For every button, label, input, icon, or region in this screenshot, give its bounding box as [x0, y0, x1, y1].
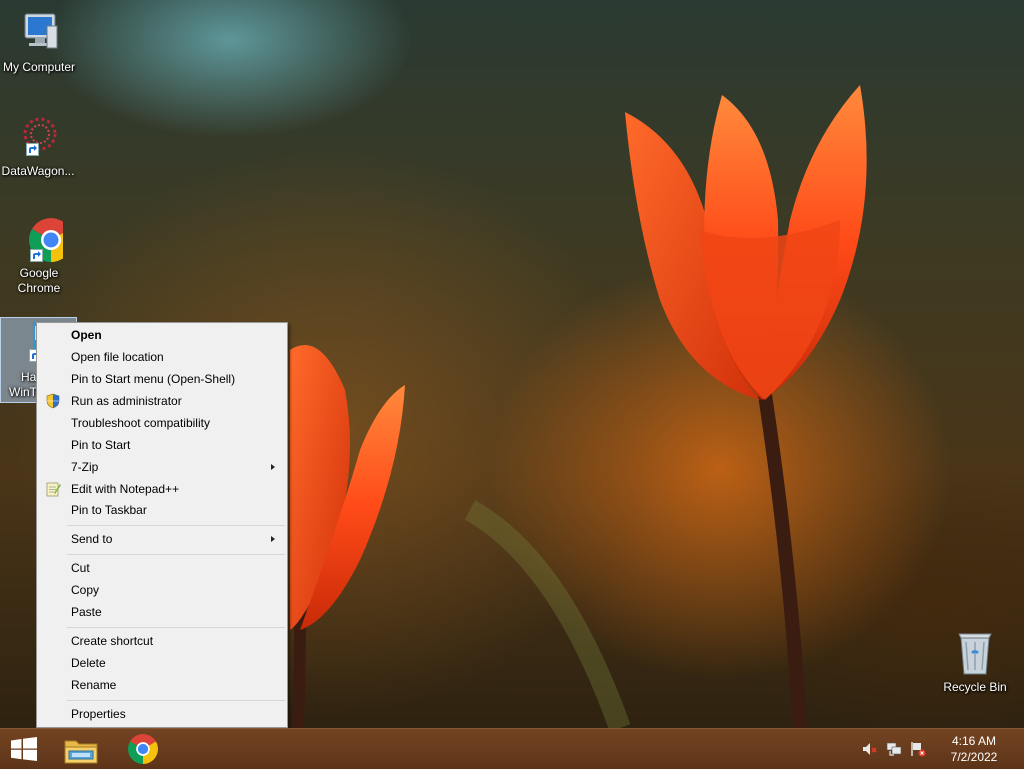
network-disconnected-icon[interactable] — [886, 741, 902, 757]
menu-item-delete[interactable]: Delete — [39, 652, 285, 674]
computer-icon — [15, 10, 63, 58]
menu-separator — [67, 627, 285, 628]
menu-separator — [67, 700, 285, 701]
submenu-arrow-icon — [271, 536, 275, 542]
menu-item-paste[interactable]: Paste — [39, 601, 285, 623]
menu-item-pin-to-start[interactable]: Pin to Start — [39, 434, 285, 456]
menu-item-label: 7-Zip — [71, 460, 99, 474]
start-button[interactable] — [0, 729, 48, 769]
chrome-icon — [128, 734, 158, 769]
menu-separator — [67, 525, 285, 526]
submenu-arrow-icon — [271, 464, 275, 470]
menu-item-troubleshoot-compatibility[interactable]: Troubleshoot compatibility — [39, 412, 285, 434]
desktop[interactable]: My Computer DataWagon... Google Chrome H… — [0, 0, 1024, 728]
taskbar: 4:16 AM 7/2/2022 — [0, 728, 1024, 769]
clock-date: 7/2/2022 — [950, 750, 998, 764]
datawagon-label: DataWagon... — [1, 164, 75, 178]
action-center-flag-icon[interactable] — [910, 741, 926, 757]
menu-item-7-zip[interactable]: 7-Zip — [39, 456, 285, 478]
menu-item-create-shortcut[interactable]: Create shortcut — [39, 630, 285, 652]
volume-muted-icon[interactable] — [862, 741, 878, 757]
menu-item-open-file-location[interactable]: Open file location — [39, 346, 285, 368]
recycle-bin-icon[interactable]: Recycle Bin — [937, 630, 1013, 695]
file-explorer-icon — [64, 735, 98, 770]
menu-item-cut[interactable]: Cut — [39, 557, 285, 579]
shortcut-arrow-icon — [30, 249, 43, 262]
menu-separator — [67, 554, 285, 555]
menu-item-copy[interactable]: Copy — [39, 579, 285, 601]
windows-start-icon — [11, 737, 37, 766]
google-chrome-shortcut[interactable]: Google Chrome — [1, 216, 77, 296]
clock[interactable]: 4:16 AM 7/2/2022 — [944, 733, 1004, 765]
file-explorer-taskbar-button[interactable] — [58, 729, 104, 769]
my-computer-label: My Computer — [2, 60, 76, 74]
menu-item-rename[interactable]: Rename — [39, 674, 285, 696]
notepadpp-icon — [45, 481, 61, 497]
menu-item-label: Edit with Notepad++ — [71, 482, 180, 496]
menu-item-run-as-administrator[interactable]: Run as administrator — [39, 390, 285, 412]
chrome-icon — [15, 216, 73, 264]
datawagon-icon — [14, 114, 62, 162]
menu-item-pin-to-taskbar[interactable]: Pin to Taskbar — [39, 499, 285, 521]
chrome-taskbar-button[interactable] — [120, 729, 166, 769]
shortcut-arrow-icon — [26, 143, 39, 156]
recycle-bin-label: Recycle Bin — [943, 680, 1007, 694]
menu-item-send-to[interactable]: Send to — [39, 528, 285, 550]
datawagon-shortcut[interactable]: DataWagon... — [0, 114, 76, 179]
recycle-bin-graphic — [951, 630, 999, 678]
google-chrome-label-line1: Google — [19, 266, 59, 280]
menu-item-label: Run as administrator — [71, 394, 182, 408]
menu-item-open[interactable]: Open — [39, 324, 285, 346]
menu-item-pin-to-start-menu-open-shell[interactable]: Pin to Start menu (Open-Shell) — [39, 368, 285, 390]
my-computer-icon[interactable]: My Computer — [1, 10, 77, 75]
clock-time: 4:16 AM — [951, 734, 997, 748]
google-chrome-label-line2: Chrome — [17, 281, 61, 295]
menu-item-edit-with-notepadpp[interactable]: Edit with Notepad++ — [39, 478, 285, 500]
menu-item-label: Send to — [71, 532, 113, 546]
shield-icon — [45, 393, 61, 409]
context-menu: Open Open file location Pin to Start men… — [36, 322, 288, 728]
menu-item-properties[interactable]: Properties — [39, 703, 285, 725]
